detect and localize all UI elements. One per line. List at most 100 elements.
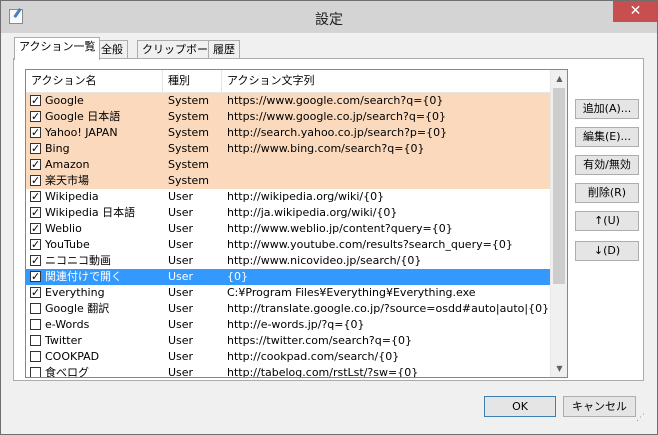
scroll-down-arrow-icon[interactable]: ▼ (551, 360, 567, 377)
row-kind: User (168, 286, 194, 299)
tab-general[interactable]: 全般 (96, 40, 128, 58)
row-name: Wikipedia (45, 190, 99, 203)
table-row[interactable]: ✓ Google System https://www.google.com/sear… (26, 93, 550, 109)
action-list[interactable]: アクション名 種別 アクション文字列 ✓ Google System https://… (25, 69, 568, 378)
row-kind: User (168, 222, 194, 235)
row-action-string: https://www.google.com/search?q={0} (227, 94, 444, 107)
table-row[interactable]: ✓ Wikipedia User http://wikipedia.org/wiki/… (26, 189, 550, 205)
tab-history[interactable]: 履歴 (208, 40, 240, 58)
row-action-string: http://www.youtube.com/results?search_qu… (227, 238, 513, 251)
row-kind: User (168, 334, 194, 347)
row-checkbox-checked[interactable]: ✓ (30, 223, 41, 234)
tab-action-list[interactable]: アクション一覧 (14, 37, 101, 60)
move-down-button[interactable]: ↓(D) (575, 241, 639, 261)
close-button[interactable]: ✕ (613, 1, 657, 22)
row-name: Yahoo! JAPAN (45, 126, 118, 139)
row-checkbox-checked[interactable]: ✓ (30, 175, 41, 186)
delete-button[interactable]: 削除(R) (575, 183, 639, 203)
row-action-string: https://www.google.co.jp/search?q={0} (227, 110, 447, 123)
row-kind: User (168, 270, 194, 283)
edit-button[interactable]: 編集(E)... (575, 127, 639, 147)
table-row[interactable]: ✓ Google 日本語 System https://www.google.co.j… (26, 109, 550, 125)
row-kind: User (168, 190, 194, 203)
list-header: アクション名 種別 アクション文字列 (26, 70, 550, 93)
title-bar: 設定 ✕ (1, 1, 657, 33)
row-checkbox-checked[interactable]: ✓ (30, 111, 41, 122)
row-name: Wikipedia 日本語 (45, 206, 136, 219)
table-row[interactable]: Google 翻訳 User http://translate.google.co.… (26, 301, 550, 317)
row-name: Everything (45, 286, 105, 299)
row-kind: User (168, 302, 194, 315)
table-row[interactable]: COOKPAD User http://cookpad.com/search/{0} (26, 349, 550, 365)
row-name: Google 日本語 (45, 110, 121, 123)
scroll-up-arrow-icon[interactable]: ▲ (551, 70, 567, 87)
row-action-string: https://twitter.com/search?q={0} (227, 334, 412, 347)
row-checkbox-checked[interactable]: ✓ (30, 287, 41, 298)
table-row[interactable]: ✓ Bing System http://www.bing.com/search?q=… (26, 141, 550, 157)
row-name: Bing (45, 142, 70, 155)
row-kind: User (168, 238, 194, 251)
row-checkbox-checked[interactable]: ✓ (30, 255, 41, 266)
move-up-button[interactable]: ↑(U) (575, 211, 639, 231)
column-header-name[interactable]: アクション名 (26, 70, 163, 92)
row-name: Twitter (45, 334, 82, 347)
cancel-button[interactable]: キャンセル (563, 396, 636, 417)
row-kind: System (168, 110, 210, 123)
row-checkbox[interactable] (30, 335, 41, 346)
row-action-string: http://ja.wikipedia.org/wiki/{0} (227, 206, 398, 219)
row-action-string: http://wikipedia.org/wiki/{0} (227, 190, 385, 203)
row-checkbox-checked[interactable]: ✓ (30, 143, 41, 154)
row-checkbox-checked[interactable]: ✓ (30, 239, 41, 250)
row-name: Amazon (45, 158, 90, 171)
row-checkbox[interactable] (30, 303, 41, 314)
table-row[interactable]: ✓ Amazon System (26, 157, 550, 173)
row-kind: User (168, 366, 194, 378)
row-kind: System (168, 126, 210, 139)
row-checkbox[interactable] (30, 351, 41, 362)
table-row[interactable]: ✓ YouTube User http://www.youtube.com/resul… (26, 237, 550, 253)
table-row[interactable]: ✓ Wikipedia 日本語 User http://ja.wikipedia.or… (26, 205, 550, 221)
row-action-string: http://cookpad.com/search/{0} (227, 350, 400, 363)
table-row[interactable]: ✓ 楽天市場 System (26, 173, 550, 189)
column-header-kind[interactable]: 種別 (163, 70, 222, 92)
table-row[interactable]: 食べログ User http://tabelog.com/rstLst/?sw={0… (26, 365, 550, 378)
ok-button[interactable]: OK (484, 396, 556, 417)
row-action-string: {0} (227, 270, 248, 283)
table-row[interactable]: ✓ Yahoo! JAPAN System http://search.yahoo.c… (26, 125, 550, 141)
row-kind: User (168, 318, 194, 331)
row-name: Weblio (45, 222, 82, 235)
row-checkbox-checked[interactable]: ✓ (30, 159, 41, 170)
row-kind: User (168, 350, 194, 363)
vertical-scrollbar[interactable]: ▲ ▼ (550, 70, 567, 377)
table-row[interactable]: Twitter User https://twitter.com/search?q=… (26, 333, 550, 349)
row-checkbox-checked[interactable]: ✓ (30, 271, 41, 282)
tab-panel-action-list: アクション名 種別 アクション文字列 ✓ Google System https://… (13, 58, 644, 381)
row-checkbox-checked[interactable]: ✓ (30, 207, 41, 218)
row-kind: System (168, 158, 210, 171)
row-checkbox[interactable] (30, 319, 41, 330)
table-row[interactable]: e-Words User http://e-words.jp/?q={0} (26, 317, 550, 333)
table-row[interactable]: ✓ ニコニコ動画 User http://www.nicovideo.jp/searc… (26, 253, 550, 269)
row-checkbox-checked[interactable]: ✓ (30, 95, 41, 106)
scrollbar-thumb[interactable] (553, 88, 565, 284)
row-name: 楽天市場 (45, 174, 89, 187)
row-checkbox-checked[interactable]: ✓ (30, 191, 41, 202)
row-kind: User (168, 206, 194, 219)
table-row[interactable]: ✓ Everything User C:¥Program Files¥Everythi… (26, 285, 550, 301)
list-rows: ✓ Google System https://www.google.com/sear… (26, 93, 550, 378)
row-checkbox-checked[interactable]: ✓ (30, 127, 41, 138)
resize-grip-icon[interactable]: ⋰ (636, 413, 648, 425)
row-name: 食べログ (45, 366, 89, 378)
row-action-string: http://e-words.jp/?q={0} (227, 318, 365, 331)
row-action-string: http://www.weblio.jp/content?query={0} (227, 222, 453, 235)
column-header-action[interactable]: アクション文字列 (222, 70, 550, 92)
row-action-string: C:¥Program Files¥Everything¥Everything.e… (227, 286, 476, 299)
row-name: e-Words (45, 318, 90, 331)
toggle-enabled-button[interactable]: 有効/無効 (575, 155, 639, 175)
row-checkbox[interactable] (30, 367, 41, 377)
table-row[interactable]: ✓ 関連付けで開く User {0} (26, 269, 550, 285)
row-action-string: http://search.yahoo.co.jp/search?p={0} (227, 126, 448, 139)
add-button[interactable]: 追加(A)... (575, 99, 639, 119)
row-name: Google 翻訳 (45, 302, 110, 315)
table-row[interactable]: ✓ Weblio User http://www.weblio.jp/content?… (26, 221, 550, 237)
